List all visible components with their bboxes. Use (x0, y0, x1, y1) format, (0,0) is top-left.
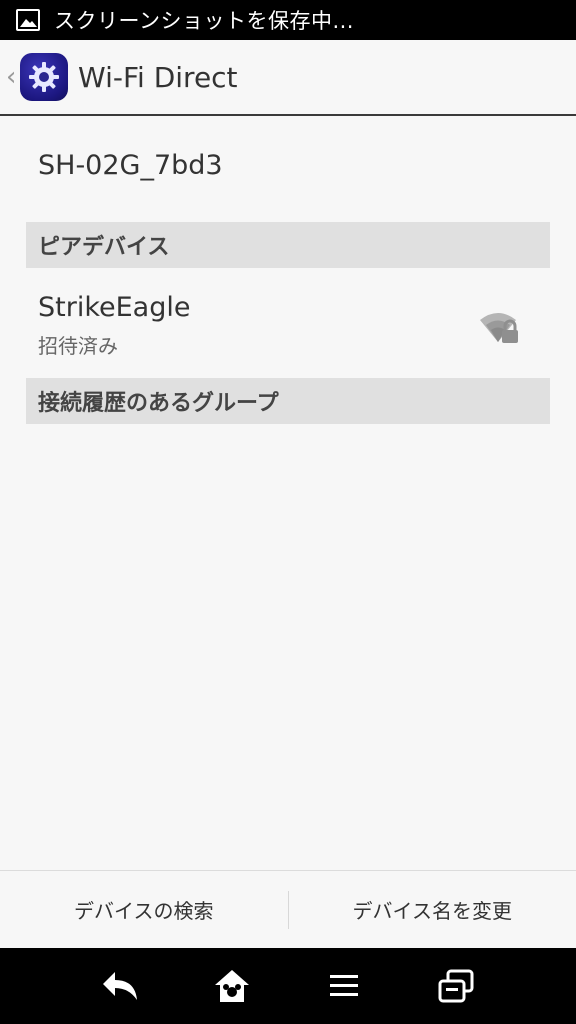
status-notification-text: スクリーンショットを保存中... (54, 9, 354, 33)
list-item-peer-device[interactable]: StrikeEagle 招待済み (26, 280, 550, 372)
rename-device-button[interactable]: デバイス名を変更 (289, 871, 576, 948)
home-icon[interactable] (212, 966, 252, 1006)
navigation-bar (0, 948, 576, 1024)
peer-device-name: StrikeEagle (38, 292, 191, 323)
back-icon[interactable] (100, 966, 140, 1006)
status-bar: スクリーンショットを保存中... (0, 0, 576, 40)
own-device-name[interactable]: SH-02G_7bd3 (38, 150, 223, 181)
section-header-remembered-groups: 接続履歴のあるグループ (26, 378, 550, 424)
image-icon (16, 9, 40, 31)
wifi-lock-icon (478, 310, 520, 344)
search-devices-button[interactable]: デバイスの検索 (0, 871, 288, 948)
recents-icon[interactable] (436, 966, 476, 1006)
bottom-button-bar: デバイスの検索 デバイス名を変更 (0, 870, 576, 948)
action-bar: ‹ Wi-Fi Direct (0, 40, 576, 116)
page-title: Wi-Fi Direct (78, 60, 238, 94)
peer-device-status: 招待済み (38, 334, 118, 358)
menu-icon[interactable] (324, 966, 364, 1006)
section-header-peer-devices: ピアデバイス (26, 222, 550, 268)
settings-gear-icon[interactable] (20, 53, 68, 101)
chevron-left-icon[interactable]: ‹ (6, 64, 18, 90)
